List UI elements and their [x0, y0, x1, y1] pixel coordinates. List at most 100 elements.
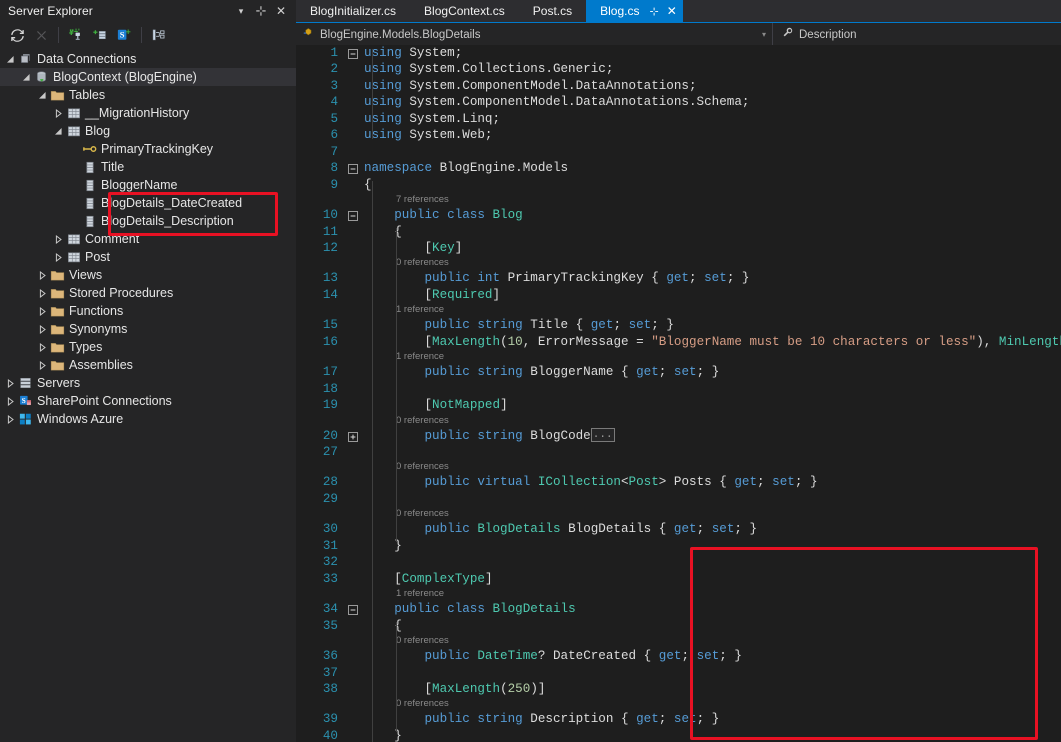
tree-item-blogdetails-description[interactable]: BlogDetails_Description	[0, 212, 296, 230]
close-icon[interactable]: ✕	[272, 2, 290, 20]
chevron-down-icon[interactable]: ▾	[762, 30, 766, 39]
code-line[interactable]: 18	[296, 381, 1061, 397]
codelens-reference-count[interactable]: 1 reference	[296, 303, 1061, 317]
code-line[interactable]: 20 public string BlogCode...	[296, 428, 1061, 444]
tree-item-migrationhistory[interactable]: __MigrationHistory	[0, 104, 296, 122]
code-line[interactable]: 39 public string Description { get; set;…	[296, 711, 1061, 727]
code-line[interactable]: 12 [Key]	[296, 240, 1061, 256]
chevron-right-icon[interactable]	[52, 230, 65, 248]
code-line[interactable]: 33 [ComplexType]	[296, 571, 1061, 587]
codelens-reference-count[interactable]: 0 references	[296, 507, 1061, 521]
sharepoint-connection-button[interactable]: S	[113, 24, 135, 46]
tree-item-synonyms[interactable]: Synonyms	[0, 320, 296, 338]
codelens-reference-count[interactable]: 0 references	[296, 414, 1061, 428]
tree-item-tables[interactable]: Tables	[0, 86, 296, 104]
code-line[interactable]: 14 [Required]	[296, 287, 1061, 303]
chevron-down-icon[interactable]	[52, 122, 65, 140]
code-surface[interactable]: 1 using System; 2 using System.Collections.…	[296, 45, 1061, 742]
codelens-reference-count[interactable]: 7 references	[296, 193, 1061, 207]
editor-tab-blog-cs[interactable]: Blog.cs ⊹ ✕	[586, 0, 683, 22]
type-selector-dropdown[interactable]: BlogEngine.Models.BlogDetails ▾	[296, 23, 772, 46]
tree-item-primarytrackingkey[interactable]: PrimaryTrackingKey	[0, 140, 296, 158]
tree-item-views[interactable]: Views	[0, 266, 296, 284]
tree-item-windows-azure[interactable]: Windows Azure	[0, 410, 296, 428]
code-line[interactable]: 31 }	[296, 538, 1061, 554]
tree-item-blogdetails-datecreated[interactable]: BlogDetails_DateCreated	[0, 194, 296, 212]
chevron-right-icon[interactable]	[36, 302, 49, 320]
editor-tab-post-cs[interactable]: Post.cs	[519, 0, 586, 22]
codelens-reference-count[interactable]: 0 references	[296, 634, 1061, 648]
chevron-right-icon[interactable]	[4, 410, 17, 428]
code-line[interactable]: 11 {	[296, 224, 1061, 240]
pin-icon[interactable]: ⊹	[252, 2, 270, 20]
codelens-reference-count[interactable]: 1 reference	[296, 350, 1061, 364]
code-line[interactable]: 6 using System.Web;	[296, 127, 1061, 143]
refresh-button[interactable]	[6, 24, 28, 46]
chevron-right-icon[interactable]	[52, 248, 65, 266]
code-line[interactable]: 10 public class Blog	[296, 207, 1061, 223]
tab-pin-icon[interactable]: ⊹	[649, 5, 658, 18]
code-line[interactable]: 9{	[296, 177, 1061, 193]
code-line[interactable]: 38 [MaxLength(250)]	[296, 681, 1061, 697]
tree-item-bloggername[interactable]: BloggerName	[0, 176, 296, 194]
server-explorer-tree[interactable]: Data Connections BlogContext (BlogEngine)…	[0, 50, 296, 428]
tree-item-post[interactable]: Post	[0, 248, 296, 266]
tree-item-types[interactable]: Types	[0, 338, 296, 356]
code-line[interactable]: 27	[296, 444, 1061, 460]
code-line[interactable]: 2 using System.Collections.Generic;	[296, 61, 1061, 77]
editor-tab-blogcontext-cs[interactable]: BlogContext.cs	[410, 0, 519, 22]
object-hierarchy-button[interactable]	[148, 24, 170, 46]
chevron-right-icon[interactable]	[36, 266, 49, 284]
code-line[interactable]: 15 public string Title { get; set; }	[296, 317, 1061, 333]
connect-to-database-button[interactable]	[65, 24, 87, 46]
tree-item-comment[interactable]: Comment	[0, 230, 296, 248]
editor-tab-bloginitializer-cs[interactable]: BlogInitializer.cs	[296, 0, 410, 22]
code-line[interactable]: 37	[296, 665, 1061, 681]
code-line[interactable]: 28 public virtual ICollection<Post> Post…	[296, 474, 1061, 490]
chevron-right-icon[interactable]	[36, 356, 49, 374]
code-line[interactable]: 8 namespace BlogEngine.Models	[296, 160, 1061, 176]
collapsed-region-marker[interactable]: ...	[590, 428, 615, 443]
code-line[interactable]: 3 using System.ComponentModel.DataAnnotat…	[296, 78, 1061, 94]
code-line[interactable]: 36 public DateTime? DateCreated { get; s…	[296, 648, 1061, 664]
code-line[interactable]: 29	[296, 491, 1061, 507]
tree-item-blog[interactable]: Blog	[0, 122, 296, 140]
tree-item-blogcontext-blogengine[interactable]: BlogContext (BlogEngine)	[0, 68, 296, 86]
code-line[interactable]: 7	[296, 144, 1061, 160]
chevron-down-icon[interactable]	[36, 86, 49, 104]
codelens-reference-count[interactable]: 0 references	[296, 256, 1061, 270]
chevron-right-icon[interactable]	[52, 104, 65, 122]
tree-item-servers[interactable]: Servers	[0, 374, 296, 392]
codelens-reference-count[interactable]: 0 references	[296, 697, 1061, 711]
editor-tab-strip[interactable]: BlogInitializer.cs BlogContext.cs Post.cs B…	[296, 0, 1061, 22]
add-server-button[interactable]	[89, 24, 111, 46]
code-line[interactable]: 1 using System;	[296, 45, 1061, 61]
tree-item-data-connections[interactable]: Data Connections	[0, 50, 296, 68]
tree-item-sharepoint-connections[interactable]: S SharePoint Connections	[0, 392, 296, 410]
tree-item-stored-procedures[interactable]: Stored Procedures	[0, 284, 296, 302]
tree-item-assemblies[interactable]: Assemblies	[0, 356, 296, 374]
chevron-right-icon[interactable]	[36, 338, 49, 356]
code-line[interactable]: 5 using System.Linq;	[296, 111, 1061, 127]
code-line[interactable]: 13 public int PrimaryTrackingKey { get; …	[296, 270, 1061, 286]
tree-item-title[interactable]: Title	[0, 158, 296, 176]
tree-item-functions[interactable]: Functions	[0, 302, 296, 320]
chevron-right-icon[interactable]	[4, 392, 17, 410]
chevron-down-icon[interactable]: ▾	[232, 2, 250, 20]
tab-close-icon[interactable]: ✕	[667, 4, 677, 18]
chevron-down-icon[interactable]	[20, 68, 33, 86]
code-line[interactable]: 30 public BlogDetails BlogDetails { get;…	[296, 521, 1061, 537]
code-line[interactable]: 32	[296, 554, 1061, 570]
codelens-reference-count[interactable]: 1 reference	[296, 587, 1061, 601]
code-line[interactable]: 17 public string BloggerName { get; set;…	[296, 364, 1061, 380]
chevron-right-icon[interactable]	[36, 320, 49, 338]
code-line[interactable]: 19 [NotMapped]	[296, 397, 1061, 413]
codelens-reference-count[interactable]: 0 references	[296, 460, 1061, 474]
member-selector-dropdown[interactable]: Description	[772, 23, 1061, 46]
chevron-right-icon[interactable]	[4, 374, 17, 392]
code-line[interactable]: 40 }	[296, 728, 1061, 742]
chevron-right-icon[interactable]	[36, 284, 49, 302]
code-line[interactable]: 34 public class BlogDetails	[296, 601, 1061, 617]
code-line[interactable]: 4 using System.ComponentModel.DataAnnotat…	[296, 94, 1061, 110]
code-line[interactable]: 35 {	[296, 618, 1061, 634]
